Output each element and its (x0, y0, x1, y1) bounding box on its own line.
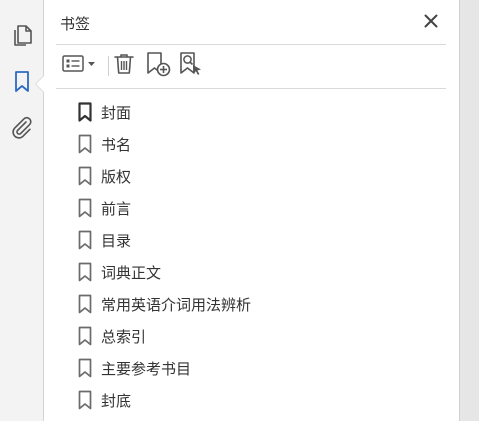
toolbar-divider-bottom (56, 88, 446, 89)
attachments-button[interactable] (10, 116, 34, 144)
bookmark-label: 书名 (101, 135, 132, 154)
bookmark-item[interactable]: 封面 (76, 96, 251, 128)
bookmark-list: 封面书名版权前言目录词典正文常用英语介词用法辨析 总索引主要参考书目 封底 (76, 96, 251, 416)
paperclip-icon (10, 116, 34, 144)
bookmark-label: 总索引 (101, 327, 147, 346)
panel-pointer (36, 76, 44, 92)
bookmark-item[interactable]: 常用英语介词用法辨析 (76, 288, 251, 320)
bookmark-label: 主要参考书目 (101, 359, 192, 378)
bookmark-icon (76, 198, 94, 218)
header-divider (56, 44, 446, 45)
new-bookmark-button[interactable] (145, 51, 171, 81)
bookmark-icon (76, 230, 94, 250)
bookmark-item[interactable]: 前言 (76, 192, 251, 224)
bookmark-item[interactable]: 书名 (76, 128, 251, 160)
bookmarks-toolbar (56, 50, 446, 82)
options-menu-icon (61, 54, 97, 78)
bookmarks-panel: 书签 封面 书名 版权 前言 目录 词典正文 常用英语介词用法辨析 总索引 主要… (44, 0, 459, 421)
scrollbar-track[interactable] (459, 0, 479, 421)
bookmark-icon (76, 262, 94, 282)
options-menu-button[interactable] (60, 53, 98, 79)
bookmark-item[interactable]: 版权 (76, 160, 251, 192)
page-thumbnails-button[interactable] (10, 25, 34, 49)
bookmark-item[interactable]: 封底 (76, 384, 251, 416)
find-bookmark-icon (178, 51, 204, 81)
bookmark-icon (76, 294, 94, 314)
bookmark-icon (13, 70, 31, 98)
bookmark-icon (76, 134, 94, 154)
panel-title: 书签 (60, 15, 91, 33)
close-panel-button[interactable] (421, 12, 441, 32)
bookmark-item[interactable]: 主要参考书目 (76, 352, 251, 384)
bookmark-icon (76, 166, 94, 186)
bookmark-icon (76, 358, 94, 378)
bookmark-icon (76, 326, 94, 346)
bookmarks-button[interactable] (10, 70, 34, 98)
bookmark-label: 常用英语介词用法辨析 (101, 295, 252, 314)
bookmark-icon (76, 390, 94, 410)
find-current-bookmark-button[interactable] (178, 51, 204, 81)
bookmark-item[interactable]: 总索引 (76, 320, 251, 352)
bookmark-label: 版权 (101, 167, 132, 186)
pages-icon (11, 23, 33, 51)
toolbar-divider (108, 56, 109, 76)
bookmark-label: 目录 (101, 231, 132, 250)
left-navigation-bar (0, 0, 44, 421)
bookmark-item[interactable]: 词典正文 (76, 256, 251, 288)
bookmark-label: 封底 (101, 391, 132, 410)
trash-icon (113, 52, 135, 80)
bookmark-label: 封面 (101, 103, 132, 122)
bookmark-icon (76, 102, 94, 122)
bookmark-item[interactable]: 目录 (76, 224, 251, 256)
new-bookmark-icon (145, 51, 171, 81)
close-icon (424, 13, 438, 32)
bookmark-label: 词典正文 (101, 263, 162, 282)
delete-bookmark-button[interactable] (112, 53, 136, 79)
bookmark-label: 前言 (101, 199, 132, 218)
